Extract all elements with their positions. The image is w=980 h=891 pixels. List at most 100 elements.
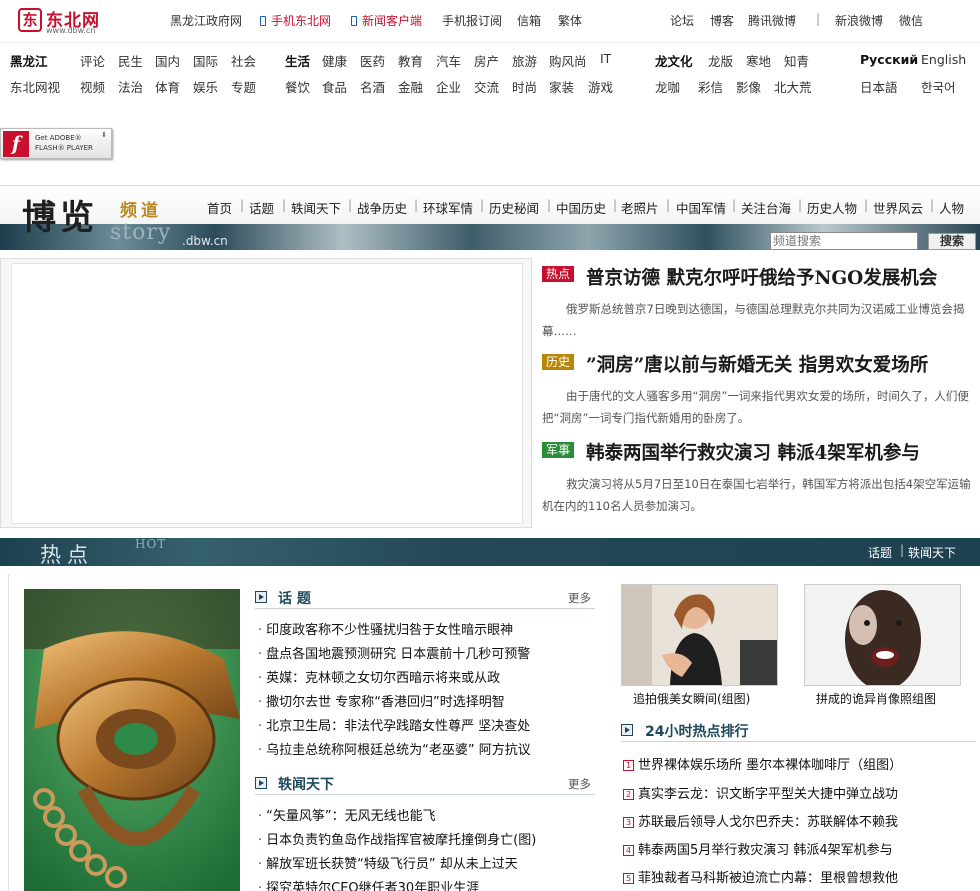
anecdotes-more-link[interactable]: 更多	[568, 776, 591, 792]
lang-japanese[interactable]: 日本語	[860, 77, 898, 96]
nav-link[interactable]: 评论	[80, 51, 105, 70]
nav-link[interactable]: 社会	[231, 51, 256, 70]
nav-link[interactable]: 食品	[322, 77, 347, 96]
channel-nav-topics[interactable]: 话题	[249, 198, 274, 217]
ranking-item[interactable]: 3 苏联最后领导人戈尔巴乔夫：苏联解体不赖我	[623, 811, 898, 830]
lang-korean[interactable]: 한국어	[921, 77, 956, 96]
channel-search-button[interactable]: 搜索	[928, 233, 976, 250]
nav-link[interactable]: 龙咖	[655, 77, 680, 96]
nav-link[interactable]: 购风尚	[549, 51, 587, 70]
anecdote-item[interactable]: · 日本负责钓鱼岛作战指挥官被摩托撞倒身亡(图)	[258, 829, 536, 848]
channel-nav-global-military[interactable]: 环球军情	[423, 198, 473, 217]
nav-link[interactable]: 视频	[80, 77, 105, 96]
channel-nav-home[interactable]: 首页	[207, 198, 232, 217]
channel-nav-china-history[interactable]: 中国历史	[556, 198, 606, 217]
top-link-client[interactable]: 新闻客户端	[351, 12, 422, 29]
nav-link[interactable]: 汽车	[436, 51, 461, 70]
nav-link[interactable]: 交流	[474, 77, 499, 96]
nav-link[interactable]: 房产	[474, 51, 499, 70]
nav-link[interactable]: 教育	[398, 51, 423, 70]
headline-title[interactable]: 普京访德 默克尔呼吁俄给予NGO发展机会	[586, 264, 937, 290]
lang-english[interactable]: English	[921, 52, 966, 67]
nav-life[interactable]: 生活	[285, 51, 310, 70]
top-link-gov[interactable]: 黑龙江政府网	[170, 12, 242, 29]
anecdote-item[interactable]: · 解放军班长获赞“特级飞行员” 却从未上过天	[258, 853, 518, 872]
top-link-wechat[interactable]: 微信	[899, 12, 923, 29]
topic-item[interactable]: · 乌拉圭总统称阿根廷总统为“老巫婆” 阿方抗议	[258, 739, 531, 758]
nav-link[interactable]: 专题	[231, 77, 256, 96]
headline-title[interactable]: 韩泰两国举行救灾演习 韩派4架军机参与	[586, 439, 920, 465]
ranking-item[interactable]: 5 菲独裁者马科斯被迫流亡内幕：里根曾想救他	[623, 867, 898, 886]
ranking-item[interactable]: 1 世界裸体娱乐场所 墨尔本裸体咖啡厅（组图）	[623, 754, 902, 773]
nav-link[interactable]: 国内	[155, 51, 180, 70]
top-link-forum[interactable]: 论坛	[670, 12, 694, 29]
channel-search-input[interactable]	[770, 232, 918, 250]
nav-link[interactable]: 家装	[549, 77, 574, 96]
nav-link[interactable]: 彩信	[698, 77, 723, 96]
nav-link[interactable]: 龙版	[708, 51, 733, 70]
top-link-mail[interactable]: 信箱	[517, 12, 541, 29]
topic-item[interactable]: · 印度政客称不少性骚扰归咎于女性暗示眼神	[258, 619, 513, 638]
nav-link[interactable]: 企业	[436, 77, 461, 96]
nav-link[interactable]: 旅游	[512, 51, 537, 70]
nav-link[interactable]: 北大荒	[774, 77, 812, 96]
hot-link-topics[interactable]: 话题	[868, 544, 892, 561]
hot-link-anecdotes[interactable]: 轶闻天下	[908, 544, 956, 561]
featured-slideshow[interactable]	[0, 258, 532, 528]
nav-link[interactable]: IT	[600, 51, 611, 66]
photo-thumbnail[interactable]	[804, 584, 961, 690]
photo-caption[interactable]: 拼成的诡异肖像照组图	[816, 690, 936, 707]
site-logo[interactable]: 东 东北网 www.dbw.cn	[18, 6, 128, 36]
photo-thumbnail[interactable]	[621, 584, 778, 686]
nav-link[interactable]: 名酒	[360, 77, 385, 96]
headline-title[interactable]: ”洞房”唐以前与新婚无关 指男欢女爱场所	[586, 351, 928, 377]
ranking-item[interactable]: 4 韩泰两国5月举行救灾演习 韩派4架军机参与	[623, 839, 893, 858]
nav-link[interactable]: 健康	[322, 51, 347, 70]
topic-item[interactable]: · 北京卫生局：非法代孕践踏女性尊严 坚决查处	[258, 715, 530, 734]
lang-russian[interactable]: Русский	[860, 52, 918, 67]
channel-nav-old-photos[interactable]: 老照片	[621, 198, 659, 217]
get-flash-player-button[interactable]: f Get ADOBE® FLASH® PLAYER ⬇	[0, 128, 112, 159]
hot-title-en: HOT	[135, 537, 167, 551]
top-link-tencent-weibo[interactable]: 腾讯微博	[748, 12, 796, 29]
hot-feature-image[interactable]	[24, 589, 240, 891]
top-link-blog[interactable]: 博客	[710, 12, 734, 29]
channel-nav-taiwan-strait[interactable]: 关注台海	[741, 198, 791, 217]
topics-more-link[interactable]: 更多	[568, 590, 591, 606]
nav-dongbei-tv[interactable]: 东北网视	[10, 77, 60, 96]
channel-nav-history-secrets[interactable]: 历史秘闻	[489, 198, 539, 217]
nav-link[interactable]: 时尚	[512, 77, 537, 96]
anecdote-item[interactable]: · 探究英特尔CEO继任者30年职业生涯	[258, 877, 479, 891]
channel-nav-china-military[interactable]: 中国军情	[676, 198, 726, 217]
portrait-photo	[805, 585, 960, 690]
topic-item[interactable]: · 盘点各国地震预测研究 日本震前十几秒可预警	[258, 643, 530, 662]
nav-link[interactable]: 餐饮	[285, 77, 310, 96]
nav-link[interactable]: 游戏	[588, 77, 613, 96]
nav-link[interactable]: 体育	[155, 77, 180, 96]
nav-link[interactable]: 金融	[398, 77, 423, 96]
nav-link[interactable]: 国际	[193, 51, 218, 70]
nav-link[interactable]: 法治	[118, 77, 143, 96]
photo-caption[interactable]: 追拍俄美女瞬间(组图)	[633, 690, 750, 707]
nav-link[interactable]: 娱乐	[193, 77, 218, 96]
top-link-subscribe[interactable]: 手机报订阅	[442, 12, 502, 29]
nav-link[interactable]: 寒地	[746, 51, 771, 70]
top-link-sina-weibo[interactable]: 新浪微博	[835, 12, 883, 29]
channel-nav-war-history[interactable]: 战争历史	[357, 198, 407, 217]
channel-nav-people[interactable]: 人物	[939, 198, 964, 217]
nav-link[interactable]: 民生	[118, 51, 143, 70]
top-link-traditional[interactable]: 繁体	[558, 12, 582, 29]
nav-link[interactable]: 知青	[784, 51, 809, 70]
anecdote-item[interactable]: · “矢量风筝”：无风无线也能飞	[258, 805, 436, 824]
channel-nav-historical-figures[interactable]: 历史人物	[807, 198, 857, 217]
nav-heilongjiang[interactable]: 黑龙江	[10, 51, 48, 70]
channel-nav-world-affairs[interactable]: 世界风云	[873, 198, 923, 217]
channel-nav-anecdotes[interactable]: 轶闻天下	[291, 198, 341, 217]
topic-item[interactable]: · 撒切尔去世 专家称“香港回归”时选择明智	[258, 691, 505, 710]
topic-item[interactable]: · 英媒：克林顿之女切尔西暗示将来或从政	[258, 667, 500, 686]
nav-dragon-culture[interactable]: 龙文化	[655, 51, 693, 70]
ranking-item[interactable]: 2 真实李云龙：识文断字平型关大捷中弹立战功	[623, 783, 898, 802]
top-link-mobile[interactable]: 手机东北网	[260, 12, 331, 29]
nav-link[interactable]: 影像	[736, 77, 761, 96]
nav-link[interactable]: 医药	[360, 51, 385, 70]
